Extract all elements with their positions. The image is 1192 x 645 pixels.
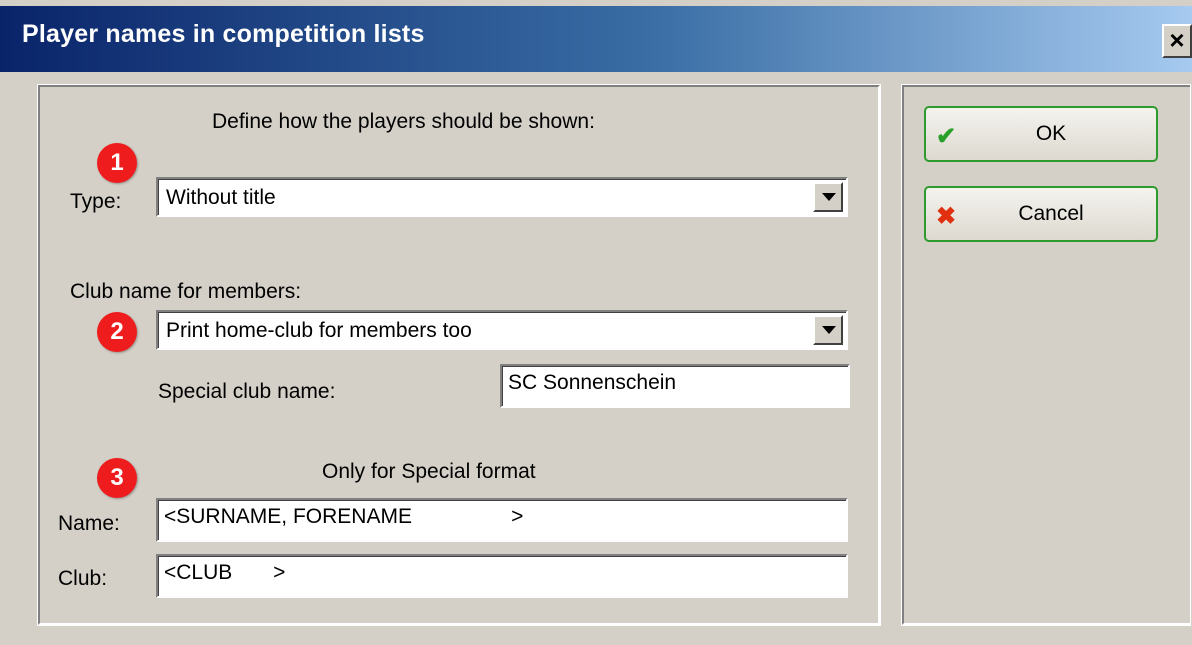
badge-2: 2 — [97, 312, 137, 352]
close-icon: × — [1169, 25, 1185, 55]
type-select[interactable]: Without title — [156, 177, 848, 217]
cancel-button-label: Cancel — [1018, 202, 1084, 225]
club-label: Club: — [58, 567, 108, 590]
club-option-value: Print home-club for members too — [166, 319, 472, 342]
settings-group — [37, 84, 881, 626]
special-format-heading: Only for Special format — [322, 460, 536, 483]
cancel-button[interactable]: ✖ Cancel — [924, 186, 1158, 242]
type-select-value: Without title — [166, 186, 276, 209]
chevron-down-icon[interactable] — [813, 315, 843, 345]
window-title: Player names in competition lists — [22, 20, 425, 48]
title-bar: Player names in competition lists × — [0, 0, 1192, 72]
badge-3: 3 — [97, 458, 137, 498]
name-format-input[interactable]: <SURNAME, FORENAME > — [156, 498, 848, 542]
close-button[interactable]: × — [1162, 24, 1192, 58]
button-panel — [901, 84, 1191, 626]
chevron-down-icon[interactable] — [813, 182, 843, 212]
club-format-input[interactable]: <CLUB > — [156, 554, 848, 598]
ok-button[interactable]: ✔ OK — [924, 106, 1158, 162]
special-club-label: Special club name: — [158, 380, 336, 403]
special-club-input[interactable]: SC Sonnenschein — [500, 364, 850, 408]
name-label: Name: — [58, 512, 120, 535]
ok-button-label: OK — [1035, 122, 1067, 145]
club-option-select[interactable]: Print home-club for members too — [156, 310, 848, 350]
type-label: Type: — [70, 190, 122, 213]
club-section-label: Club name for members: — [70, 280, 302, 303]
badge-1: 1 — [97, 143, 137, 183]
form-heading: Define how the players should be shown: — [212, 110, 595, 133]
